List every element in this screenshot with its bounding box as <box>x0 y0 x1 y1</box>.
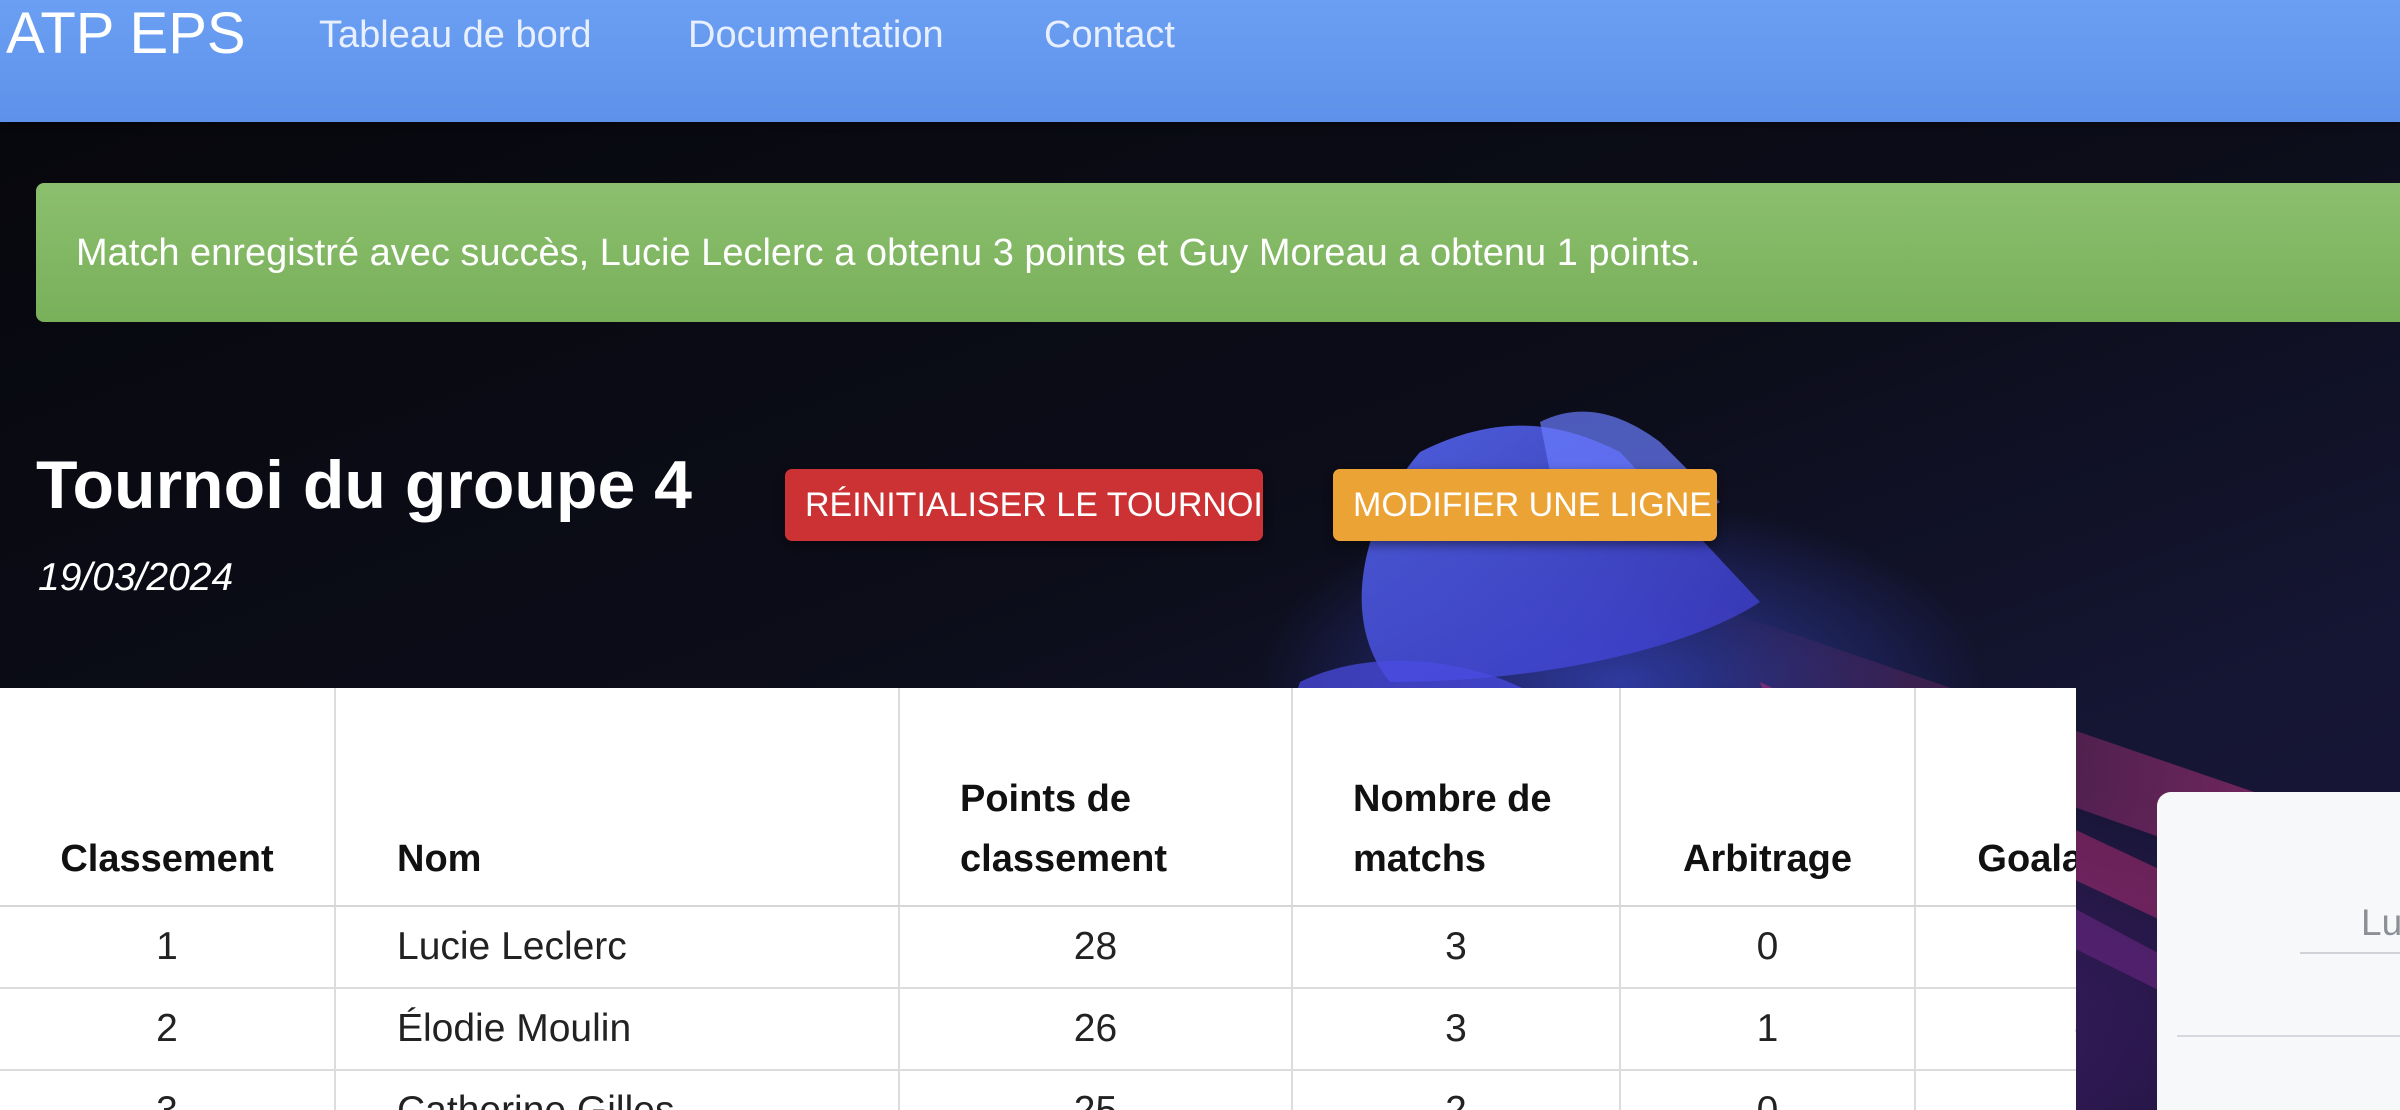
nav-link-documentation[interactable]: Documentation <box>688 12 944 58</box>
alert-message: Match enregistré avec succès, Lucie Lecl… <box>76 232 1701 274</box>
cell-rank: 2 <box>0 988 336 1071</box>
header-rank[interactable]: Classement <box>0 688 336 907</box>
cell-refereeing: 0 <box>1620 906 1916 989</box>
cell-refereeing: 1 <box>1620 988 1916 1071</box>
cell-name: Lucie Leclerc <box>335 906 900 989</box>
tournament-date: 19/03/2024 <box>38 556 234 599</box>
cell-matches: 3 <box>1292 988 1621 1071</box>
player-select-value: Lu <box>2361 902 2400 943</box>
table-header-row: Classement Nom Points de classement Nomb… <box>0 688 2076 907</box>
cell-matches: 2 <box>1292 1070 1621 1110</box>
table-row[interactable]: 3 Catherine Gilles 25 2 0 9 <box>0 1070 2076 1110</box>
reset-tournament-button[interactable]: RÉINITIALISER LE TOURNOI <box>785 469 1263 541</box>
match-entry-card: Lu <box>2157 792 2400 1110</box>
card-divider <box>2177 1035 2400 1037</box>
header-goal-average[interactable]: Goalaverage <box>1915 688 2076 907</box>
table-row[interactable]: 1 Lucie Leclerc 28 3 0 2 <box>0 906 2076 989</box>
edit-row-button[interactable]: MODIFIER UNE LIGNE <box>1333 469 1717 541</box>
cell-goal-average: 9 <box>1915 1070 2076 1110</box>
cell-goal-average: 2 <box>1915 906 2076 989</box>
cell-points: 25 <box>899 1070 1293 1110</box>
cell-rank: 3 <box>0 1070 336 1110</box>
nav-link-dashboard[interactable]: Tableau de bord <box>319 12 592 58</box>
header-points[interactable]: Points de classement <box>899 688 1293 907</box>
cell-matches: 3 <box>1292 906 1621 989</box>
cell-refereeing: 0 <box>1620 1070 1916 1110</box>
nav-link-contact[interactable]: Contact <box>1044 12 1175 58</box>
page-title: Tournoi du groupe 4 <box>36 447 692 523</box>
brand-logo[interactable]: ATP EPS <box>6 0 246 68</box>
header-name[interactable]: Nom <box>335 688 900 907</box>
success-alert: Match enregistré avec succès, Lucie Lecl… <box>36 183 2400 322</box>
table-row[interactable]: 2 Élodie Moulin 26 3 1 -6 <box>0 988 2076 1071</box>
cell-name: Élodie Moulin <box>335 988 900 1071</box>
cell-goal-average: -6 <box>1915 988 2076 1071</box>
top-navbar: ATP EPS Tableau de bord Documentation Co… <box>0 0 2400 122</box>
ranking-table-container: Classement Nom Points de classement Nomb… <box>0 688 2076 1110</box>
header-refereeing[interactable]: Arbitrage <box>1620 688 1916 907</box>
cell-points: 26 <box>899 988 1293 1071</box>
header-matches[interactable]: Nombre de matchs <box>1292 688 1621 907</box>
cell-points: 28 <box>899 906 1293 989</box>
cell-rank: 1 <box>0 906 336 989</box>
ranking-table: Classement Nom Points de classement Nomb… <box>0 688 2076 1110</box>
cell-name: Catherine Gilles <box>335 1070 900 1110</box>
